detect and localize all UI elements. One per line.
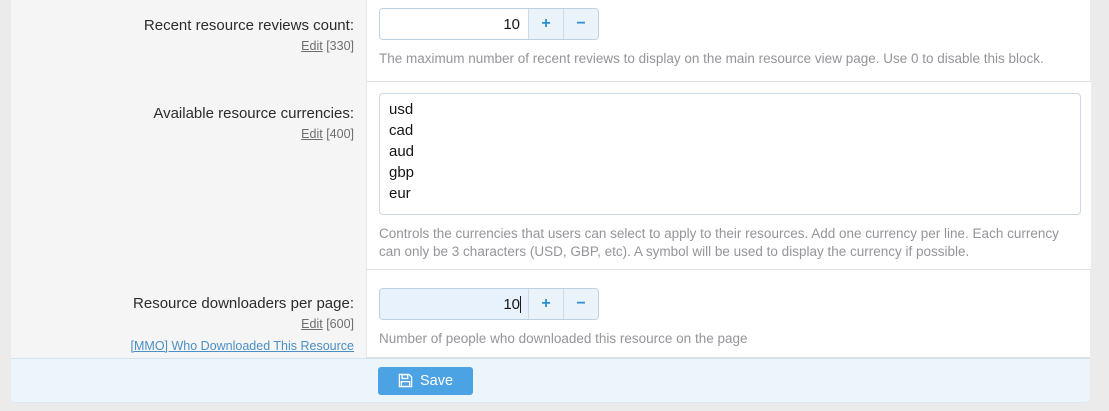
edit-line: Edit [330]	[11, 37, 354, 56]
label-cell: Recent resource reviews count: Edit [330…	[11, 0, 366, 82]
edit-link[interactable]: Edit	[301, 317, 323, 331]
number-spinner: + −	[379, 8, 599, 40]
text-caret	[520, 296, 521, 313]
minus-icon: −	[576, 16, 585, 32]
edit-link[interactable]: Edit	[301, 39, 323, 53]
edit-link[interactable]: Edit	[301, 127, 323, 141]
row-label: Recent resource reviews count:	[11, 16, 354, 35]
save-button-label: Save	[420, 373, 453, 389]
spinner-input-wrap	[380, 289, 528, 319]
label-cell: Available resource currencies: Edit [400…	[11, 82, 366, 270]
increment-button[interactable]: +	[528, 289, 563, 319]
decrement-button[interactable]: −	[563, 289, 598, 319]
content-cell: usd cad aud gbp eur Controls the currenc…	[366, 82, 1091, 270]
option-description: Number of people who downloaded this res…	[379, 330, 1080, 348]
label-cell: Resource downloaders per page: Edit [600…	[11, 270, 366, 358]
options-panel: Recent resource reviews count: Edit [330…	[11, 0, 1090, 403]
form-row-recent-reviews: Recent resource reviews count: Edit [330…	[11, 0, 1090, 82]
spinner-input-wrap	[380, 9, 528, 39]
currencies-textarea[interactable]: usd cad aud gbp eur	[379, 93, 1081, 215]
option-id: [600]	[326, 317, 354, 331]
plus-icon: +	[541, 16, 550, 32]
form-footer: Save	[11, 358, 1090, 403]
increment-button[interactable]: +	[528, 9, 563, 39]
option-description: The maximum number of recent reviews to …	[379, 50, 1080, 68]
plus-icon: +	[541, 296, 550, 312]
edit-line: Edit [600]	[11, 315, 354, 334]
option-description: Controls the currencies that users can s…	[379, 225, 1081, 261]
save-button[interactable]: Save	[378, 367, 473, 395]
decrement-button[interactable]: −	[563, 9, 598, 39]
save-floppy-icon	[398, 373, 413, 388]
content-cell: + − The maximum number of recent reviews…	[366, 0, 1090, 82]
downloaders-per-page-input[interactable]	[380, 289, 528, 319]
number-spinner: + −	[379, 288, 599, 320]
content-cell: + − Number of people who downloaded this…	[366, 270, 1090, 358]
recent-reviews-count-input[interactable]	[380, 9, 528, 39]
option-id: [330]	[326, 39, 354, 53]
form-row-downloaders: Resource downloaders per page: Edit [600…	[11, 270, 1090, 358]
option-id: [400]	[326, 127, 354, 141]
form-row-currencies: Available resource currencies: Edit [400…	[11, 82, 1090, 270]
edit-line: Edit [400]	[11, 125, 354, 144]
addon-link[interactable]: [MMO] Who Downloaded This Resource	[11, 337, 354, 356]
row-label: Available resource currencies:	[11, 104, 354, 123]
minus-icon: −	[576, 296, 585, 312]
row-label: Resource downloaders per page:	[11, 294, 354, 313]
